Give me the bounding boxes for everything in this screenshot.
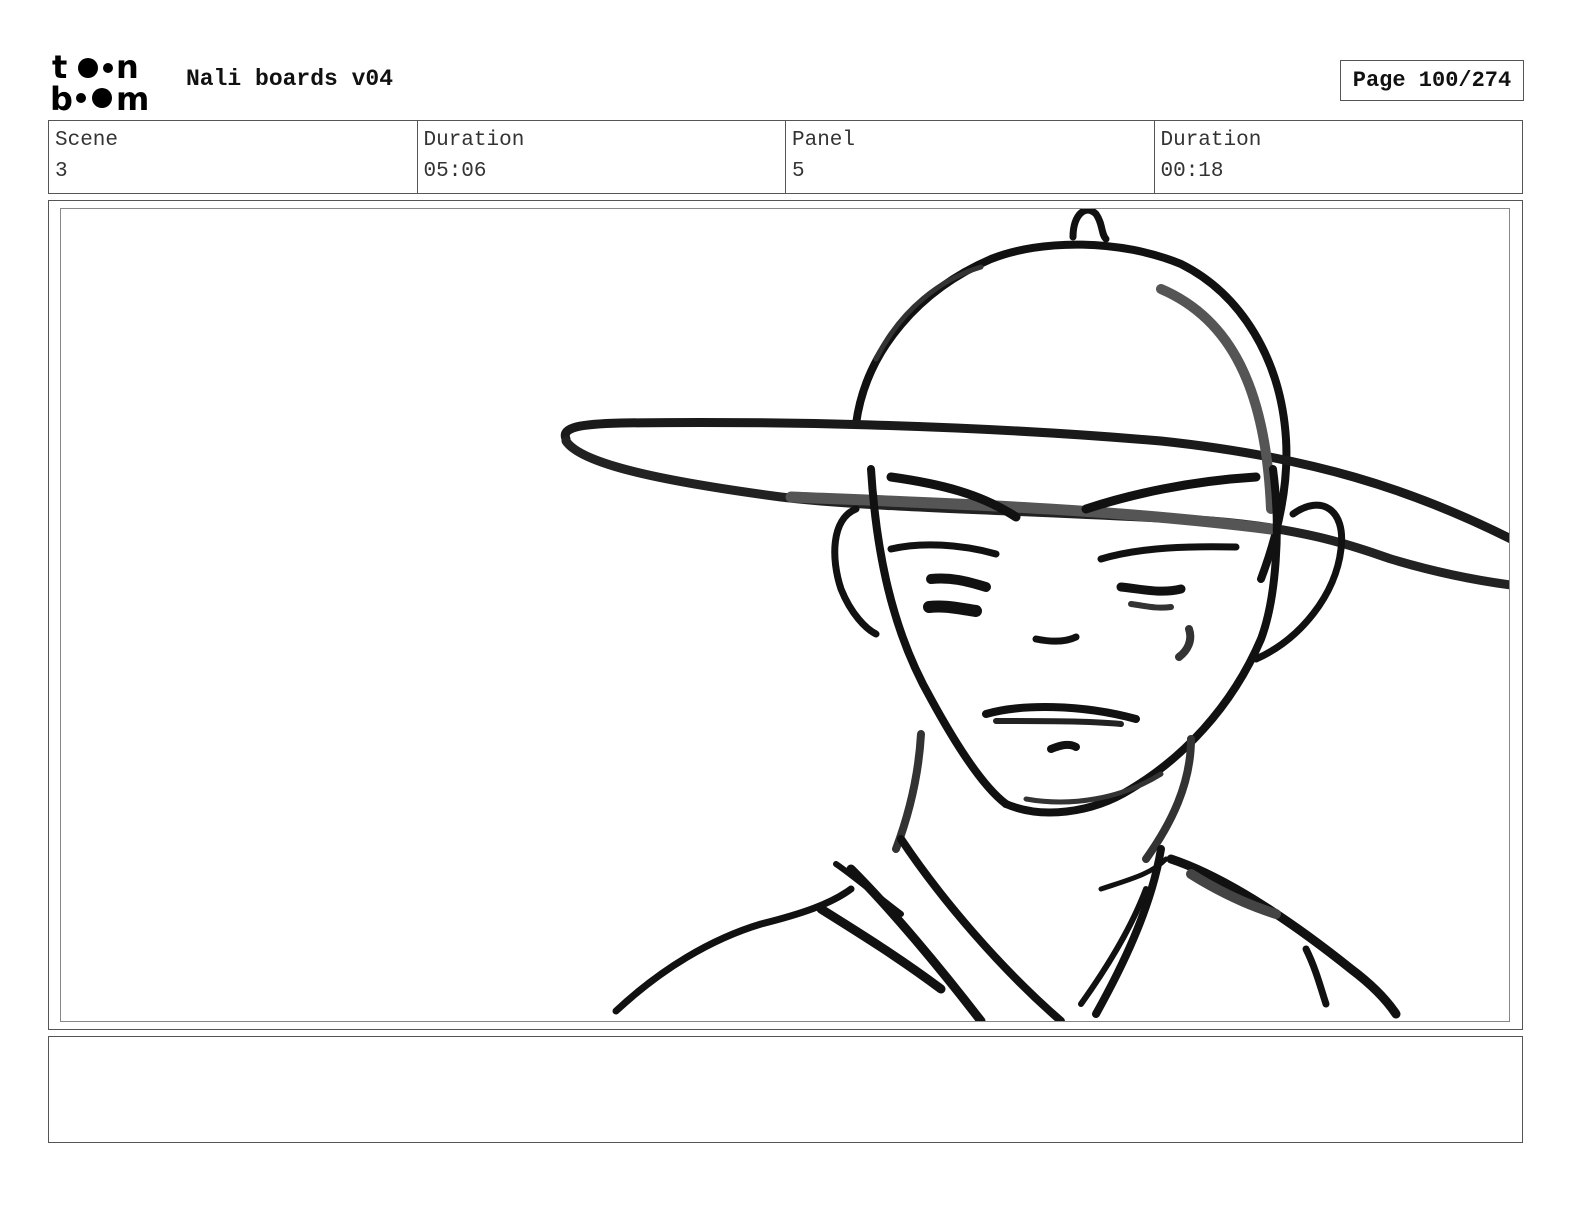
panel-label: Panel [792, 129, 856, 152]
storyboard-panel-image [60, 208, 1510, 1022]
left-eye-upper [926, 573, 991, 592]
panel-duration-label: Duration [1160, 129, 1262, 152]
neck-right [1142, 735, 1195, 863]
scene-duration-cell: Duration 05:06 [416, 121, 786, 193]
storyboard-panel-frame [48, 200, 1523, 1030]
right-eye-lower [1128, 601, 1174, 611]
shoulder-right-shade [1186, 869, 1281, 919]
boy-sketch-drawing [560, 209, 1509, 1021]
face-left-line [867, 465, 1010, 808]
lip-shade [1047, 740, 1080, 753]
panel-duration-value: 00:18 [1160, 160, 1224, 183]
nose [1032, 633, 1080, 645]
hat-brim-shade [785, 491, 1277, 535]
scene-duration-label: Duration [423, 129, 525, 152]
scene-info-table: Scene 3 Duration 05:06 Panel 5 Duration … [48, 120, 1523, 194]
toon-boom-logo-icon: t n b m [50, 50, 149, 112]
left-eyebrow [887, 541, 1000, 558]
document-title: Nali boards v04 [186, 66, 394, 92]
scene-duration-value: 05:06 [423, 160, 487, 183]
panel-cell: Panel 5 [785, 121, 1154, 193]
scene-label: Scene [55, 129, 119, 152]
panel-value: 5 [792, 160, 805, 183]
left-eye-lower [923, 600, 982, 617]
neck-left [892, 730, 925, 853]
svg-text:m: m [116, 80, 149, 112]
hat-crown-sketch [873, 264, 984, 362]
cheek-mark [1175, 625, 1195, 661]
hat-knob [1069, 209, 1110, 243]
collar-left-1 [897, 835, 1065, 1021]
hat-brim-top [560, 417, 1509, 544]
right-brow-sketch [1081, 472, 1261, 514]
right-eyebrow [1097, 543, 1240, 563]
mouth-lower [993, 718, 1124, 727]
page-indicator: Page 100/274 [1340, 60, 1524, 101]
scene-cell: Scene 3 [49, 121, 417, 193]
left-ear [831, 505, 880, 638]
mouth-upper [982, 703, 1140, 723]
panel-duration-cell: Duration 00:18 [1153, 121, 1523, 193]
right-eye [1116, 582, 1186, 596]
svg-text:b: b [50, 80, 73, 112]
sleeve-fold [1302, 945, 1330, 1008]
shoulder-left [612, 885, 855, 1015]
hat-crown-stroke [852, 240, 1291, 583]
toon-boom-logo: t n b m [50, 50, 164, 112]
panel-notes-box[interactable] [48, 1036, 1523, 1143]
scene-value: 3 [55, 160, 68, 183]
